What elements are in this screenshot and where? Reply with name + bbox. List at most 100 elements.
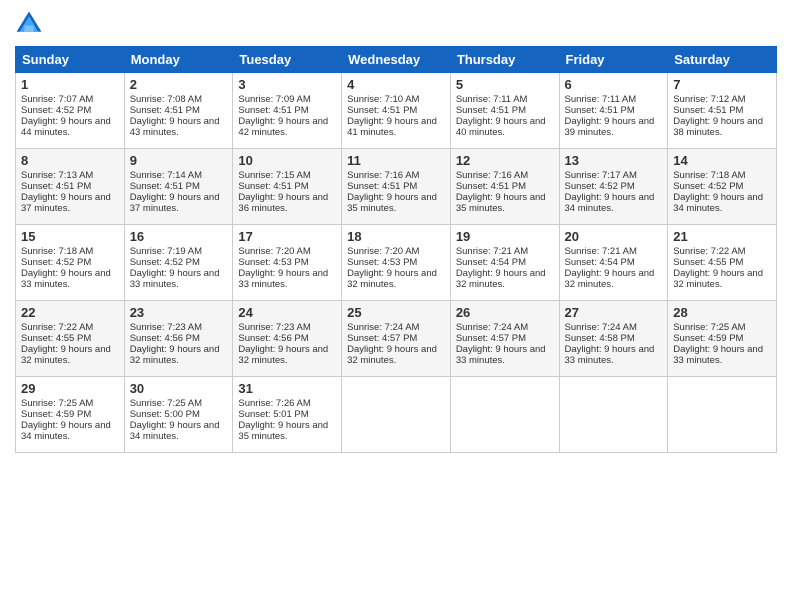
- daylight-text: Daylight: 9 hours and 32 minutes.: [673, 268, 771, 290]
- calendar-cell: 24Sunrise: 7:23 AMSunset: 4:56 PMDayligh…: [233, 301, 342, 377]
- sunset-text: Sunset: 4:56 PM: [130, 333, 228, 344]
- daylight-text: Daylight: 9 hours and 33 minutes.: [456, 344, 554, 366]
- daylight-text: Daylight: 9 hours and 32 minutes.: [21, 344, 119, 366]
- day-number: 9: [130, 153, 228, 168]
- daylight-text: Daylight: 9 hours and 32 minutes.: [565, 268, 663, 290]
- calendar-table: Sunday Monday Tuesday Wednesday Thursday…: [15, 46, 777, 453]
- calendar-cell: 12Sunrise: 7:16 AMSunset: 4:51 PMDayligh…: [450, 149, 559, 225]
- daylight-text: Daylight: 9 hours and 34 minutes.: [130, 420, 228, 442]
- col-saturday: Saturday: [668, 47, 777, 73]
- sunrise-text: Sunrise: 7:24 AM: [456, 322, 554, 333]
- calendar-cell: [668, 377, 777, 453]
- calendar-cell: 5Sunrise: 7:11 AMSunset: 4:51 PMDaylight…: [450, 73, 559, 149]
- daylight-text: Daylight: 9 hours and 32 minutes.: [238, 344, 336, 366]
- calendar-cell: 4Sunrise: 7:10 AMSunset: 4:51 PMDaylight…: [342, 73, 451, 149]
- calendar-cell: 2Sunrise: 7:08 AMSunset: 4:51 PMDaylight…: [124, 73, 233, 149]
- header: [15, 10, 777, 38]
- sunset-text: Sunset: 4:57 PM: [347, 333, 445, 344]
- sunrise-text: Sunrise: 7:08 AM: [130, 94, 228, 105]
- day-number: 24: [238, 305, 336, 320]
- calendar-row: 1Sunrise: 7:07 AMSunset: 4:52 PMDaylight…: [16, 73, 777, 149]
- calendar-cell: 15Sunrise: 7:18 AMSunset: 4:52 PMDayligh…: [16, 225, 125, 301]
- day-number: 5: [456, 77, 554, 92]
- sunrise-text: Sunrise: 7:12 AM: [673, 94, 771, 105]
- sunset-text: Sunset: 4:59 PM: [673, 333, 771, 344]
- day-number: 10: [238, 153, 336, 168]
- day-number: 25: [347, 305, 445, 320]
- calendar-cell: 19Sunrise: 7:21 AMSunset: 4:54 PMDayligh…: [450, 225, 559, 301]
- sunset-text: Sunset: 4:52 PM: [130, 257, 228, 268]
- day-number: 30: [130, 381, 228, 396]
- calendar-cell: 6Sunrise: 7:11 AMSunset: 4:51 PMDaylight…: [559, 73, 668, 149]
- calendar-row: 22Sunrise: 7:22 AMSunset: 4:55 PMDayligh…: [16, 301, 777, 377]
- calendar-row: 29Sunrise: 7:25 AMSunset: 4:59 PMDayligh…: [16, 377, 777, 453]
- calendar-cell: 17Sunrise: 7:20 AMSunset: 4:53 PMDayligh…: [233, 225, 342, 301]
- day-number: 17: [238, 229, 336, 244]
- calendar-cell: 13Sunrise: 7:17 AMSunset: 4:52 PMDayligh…: [559, 149, 668, 225]
- calendar-cell: [342, 377, 451, 453]
- sunrise-text: Sunrise: 7:18 AM: [21, 246, 119, 257]
- sunrise-text: Sunrise: 7:18 AM: [673, 170, 771, 181]
- calendar-cell: 26Sunrise: 7:24 AMSunset: 4:57 PMDayligh…: [450, 301, 559, 377]
- col-friday: Friday: [559, 47, 668, 73]
- day-number: 18: [347, 229, 445, 244]
- day-number: 8: [21, 153, 119, 168]
- calendar-row: 15Sunrise: 7:18 AMSunset: 4:52 PMDayligh…: [16, 225, 777, 301]
- col-sunday: Sunday: [16, 47, 125, 73]
- sunrise-text: Sunrise: 7:10 AM: [347, 94, 445, 105]
- sunset-text: Sunset: 4:51 PM: [21, 181, 119, 192]
- day-number: 14: [673, 153, 771, 168]
- daylight-text: Daylight: 9 hours and 32 minutes.: [130, 344, 228, 366]
- sunrise-text: Sunrise: 7:17 AM: [565, 170, 663, 181]
- day-number: 1: [21, 77, 119, 92]
- sunrise-text: Sunrise: 7:13 AM: [21, 170, 119, 181]
- sunset-text: Sunset: 4:51 PM: [238, 105, 336, 116]
- daylight-text: Daylight: 9 hours and 40 minutes.: [456, 116, 554, 138]
- sunset-text: Sunset: 4:52 PM: [21, 257, 119, 268]
- daylight-text: Daylight: 9 hours and 33 minutes.: [130, 268, 228, 290]
- header-row: Sunday Monday Tuesday Wednesday Thursday…: [16, 47, 777, 73]
- day-number: 31: [238, 381, 336, 396]
- sunset-text: Sunset: 5:01 PM: [238, 409, 336, 420]
- daylight-text: Daylight: 9 hours and 37 minutes.: [130, 192, 228, 214]
- daylight-text: Daylight: 9 hours and 38 minutes.: [673, 116, 771, 138]
- sunrise-text: Sunrise: 7:14 AM: [130, 170, 228, 181]
- daylight-text: Daylight: 9 hours and 32 minutes.: [347, 344, 445, 366]
- calendar-cell: 1Sunrise: 7:07 AMSunset: 4:52 PMDaylight…: [16, 73, 125, 149]
- calendar-cell: 21Sunrise: 7:22 AMSunset: 4:55 PMDayligh…: [668, 225, 777, 301]
- sunrise-text: Sunrise: 7:20 AM: [347, 246, 445, 257]
- sunset-text: Sunset: 4:51 PM: [130, 105, 228, 116]
- day-number: 29: [21, 381, 119, 396]
- daylight-text: Daylight: 9 hours and 32 minutes.: [456, 268, 554, 290]
- calendar-cell: 14Sunrise: 7:18 AMSunset: 4:52 PMDayligh…: [668, 149, 777, 225]
- day-number: 12: [456, 153, 554, 168]
- daylight-text: Daylight: 9 hours and 37 minutes.: [21, 192, 119, 214]
- day-number: 27: [565, 305, 663, 320]
- sunrise-text: Sunrise: 7:19 AM: [130, 246, 228, 257]
- day-number: 20: [565, 229, 663, 244]
- sunrise-text: Sunrise: 7:22 AM: [673, 246, 771, 257]
- daylight-text: Daylight: 9 hours and 33 minutes.: [673, 344, 771, 366]
- calendar-cell: 7Sunrise: 7:12 AMSunset: 4:51 PMDaylight…: [668, 73, 777, 149]
- sunrise-text: Sunrise: 7:26 AM: [238, 398, 336, 409]
- calendar-row: 8Sunrise: 7:13 AMSunset: 4:51 PMDaylight…: [16, 149, 777, 225]
- daylight-text: Daylight: 9 hours and 34 minutes.: [21, 420, 119, 442]
- sunrise-text: Sunrise: 7:20 AM: [238, 246, 336, 257]
- daylight-text: Daylight: 9 hours and 39 minutes.: [565, 116, 663, 138]
- calendar-cell: 27Sunrise: 7:24 AMSunset: 4:58 PMDayligh…: [559, 301, 668, 377]
- sunset-text: Sunset: 4:56 PM: [238, 333, 336, 344]
- calendar-cell: 18Sunrise: 7:20 AMSunset: 4:53 PMDayligh…: [342, 225, 451, 301]
- daylight-text: Daylight: 9 hours and 34 minutes.: [673, 192, 771, 214]
- daylight-text: Daylight: 9 hours and 35 minutes.: [456, 192, 554, 214]
- day-number: 15: [21, 229, 119, 244]
- sunset-text: Sunset: 4:51 PM: [565, 105, 663, 116]
- logo-icon: [15, 10, 43, 38]
- logo: [15, 10, 47, 38]
- calendar-cell: 29Sunrise: 7:25 AMSunset: 4:59 PMDayligh…: [16, 377, 125, 453]
- sunset-text: Sunset: 4:55 PM: [673, 257, 771, 268]
- sunrise-text: Sunrise: 7:23 AM: [130, 322, 228, 333]
- day-number: 16: [130, 229, 228, 244]
- daylight-text: Daylight: 9 hours and 35 minutes.: [238, 420, 336, 442]
- sunrise-text: Sunrise: 7:11 AM: [456, 94, 554, 105]
- daylight-text: Daylight: 9 hours and 41 minutes.: [347, 116, 445, 138]
